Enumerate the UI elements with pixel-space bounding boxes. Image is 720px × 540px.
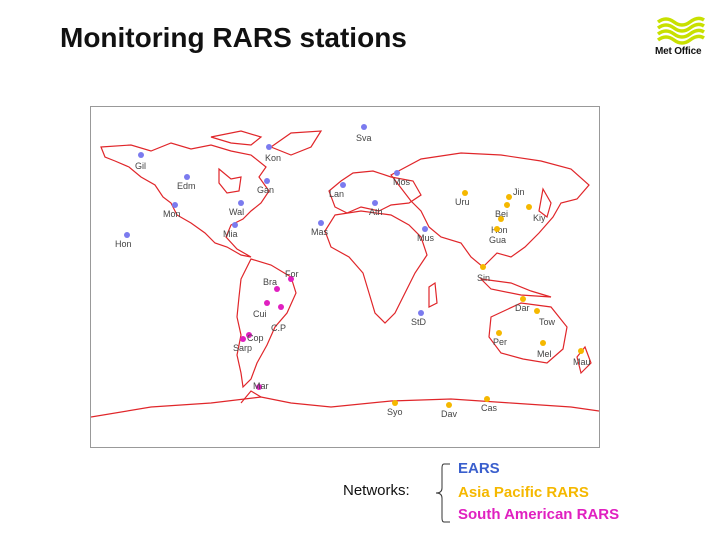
station-dot bbox=[184, 174, 190, 180]
station-label: Sin bbox=[477, 273, 490, 283]
station-dot bbox=[124, 232, 130, 238]
legend-brace bbox=[435, 463, 450, 523]
station-label: Dav bbox=[441, 409, 458, 419]
station-dot bbox=[318, 220, 324, 226]
station-dot bbox=[232, 222, 238, 228]
page-title: Monitoring RARS stations bbox=[60, 22, 407, 53]
station-dot bbox=[494, 226, 500, 232]
station-label: C.P bbox=[271, 323, 286, 333]
station-label: Wal bbox=[229, 207, 244, 217]
station-label: Mas bbox=[311, 227, 329, 237]
station-label: StD bbox=[411, 317, 427, 327]
station-dot bbox=[526, 204, 532, 210]
station-dot bbox=[422, 226, 428, 232]
networks-label: Networks: bbox=[343, 482, 410, 499]
station-dot bbox=[394, 170, 400, 176]
stations-layer: Gil Kon Sva Edm Gan Mos Lan Mon Wal Ath Mas Hon Mia M… bbox=[115, 124, 591, 419]
station-dot bbox=[361, 124, 367, 130]
station-label: Mau bbox=[573, 357, 591, 367]
legend-south-american-rars: South American RARS bbox=[458, 506, 620, 523]
station-label: Cui bbox=[253, 309, 267, 319]
station-dot bbox=[540, 340, 546, 346]
station-label: Mos bbox=[393, 177, 411, 187]
station-dot bbox=[578, 348, 584, 354]
station-dot bbox=[480, 264, 486, 270]
station-dot bbox=[446, 402, 452, 408]
station-dot bbox=[506, 194, 512, 200]
station-label: Hon bbox=[115, 239, 132, 249]
station-label: Kon bbox=[265, 153, 281, 163]
station-dot bbox=[504, 202, 510, 208]
station-label: Jin bbox=[513, 187, 525, 197]
station-dot bbox=[240, 336, 246, 342]
station-label: Syo bbox=[387, 407, 403, 417]
indonesia bbox=[479, 278, 552, 298]
station-label: Mus bbox=[417, 233, 435, 243]
logo-text: Met Office bbox=[655, 46, 702, 57]
station-label: Kiy bbox=[533, 213, 546, 223]
station-label: Mel bbox=[537, 349, 552, 359]
station-label: Cas bbox=[481, 403, 498, 413]
station-dot bbox=[264, 178, 270, 184]
station-label: Gil bbox=[135, 161, 146, 171]
station-label: For bbox=[285, 269, 299, 279]
station-dot bbox=[266, 144, 272, 150]
africa-coast bbox=[324, 210, 428, 324]
madagascar bbox=[428, 281, 438, 308]
legend-asia-pacific-rars: Asia Pacific RARS bbox=[458, 484, 589, 501]
station-label: Dar bbox=[515, 303, 530, 313]
station-label: Mar bbox=[253, 381, 269, 391]
station-dot bbox=[340, 182, 346, 188]
station-dot bbox=[372, 200, 378, 206]
station-label: Mia bbox=[223, 229, 238, 239]
station-dot bbox=[534, 308, 540, 314]
station-label: Bra bbox=[263, 277, 277, 287]
station-dot bbox=[172, 202, 178, 208]
coastlines bbox=[90, 130, 600, 418]
station-dot bbox=[238, 200, 244, 206]
station-dot bbox=[498, 216, 504, 222]
world-map-svg: Gil Kon Sva Edm Gan Mos Lan Mon Wal Ath Mas Hon Mia M… bbox=[90, 124, 600, 419]
station-dot bbox=[138, 152, 144, 158]
station-label: Gua bbox=[489, 235, 506, 245]
asia-coast bbox=[390, 152, 590, 268]
arctic-islands bbox=[210, 130, 323, 156]
station-label: Ath bbox=[369, 207, 383, 217]
station-label: Sva bbox=[356, 133, 372, 143]
station-label: Cop bbox=[247, 333, 264, 343]
station-label: Uru bbox=[455, 197, 470, 207]
station-dot bbox=[264, 300, 270, 306]
antarctica-coast bbox=[90, 396, 600, 418]
station-label: Edm bbox=[177, 181, 196, 191]
hudson-bay bbox=[218, 167, 242, 194]
legend-ears: EARS bbox=[458, 460, 500, 477]
station-label: Mon bbox=[163, 209, 181, 219]
station-dot bbox=[484, 396, 490, 402]
met-office-logo bbox=[640, 8, 720, 66]
station-dot bbox=[496, 330, 502, 336]
world-map: Gil Kon Sva Edm Gan Mos Lan Mon Wal Ath Mas Hon Mia M… bbox=[90, 106, 600, 448]
station-dot bbox=[462, 190, 468, 196]
station-label: Tow bbox=[539, 317, 556, 327]
station-label: Lan bbox=[329, 189, 344, 199]
station-label: Gan bbox=[257, 185, 274, 195]
station-dot bbox=[278, 304, 284, 310]
station-dot bbox=[392, 400, 398, 406]
station-label: Per bbox=[493, 337, 507, 347]
station-dot bbox=[520, 296, 526, 302]
station-dot bbox=[418, 310, 424, 316]
station-label: Sarp bbox=[233, 343, 252, 353]
